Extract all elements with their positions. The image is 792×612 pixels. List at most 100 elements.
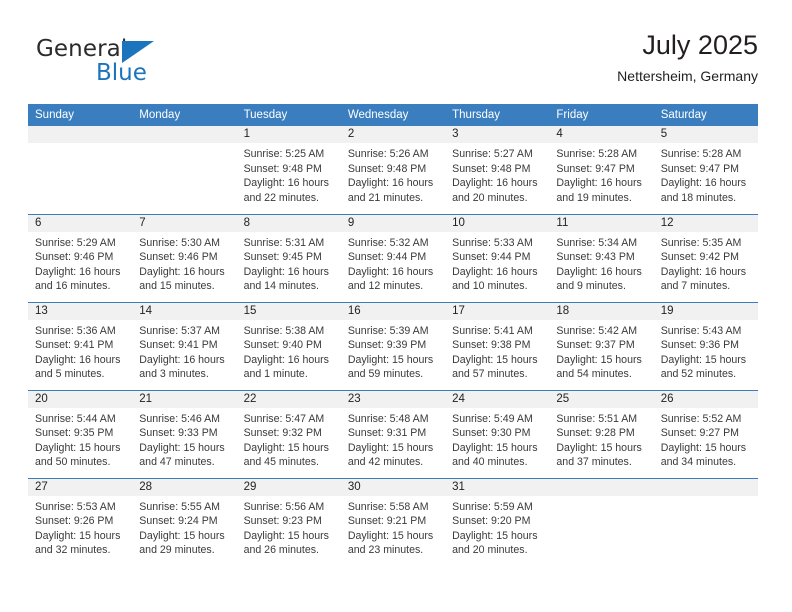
sunset-text: Sunset: 9:32 PM <box>243 427 322 440</box>
sunrise-text: Sunrise: 5:37 AM <box>139 324 220 337</box>
day-cell[interactable]: 21 Sunrise: 5:46 AM Sunset: 9:33 PM Dayl… <box>132 389 237 478</box>
day-cell[interactable] <box>549 477 654 566</box>
daylight-line-1: Daylight: 15 hours <box>556 353 642 366</box>
day-cell[interactable]: 28 Sunrise: 5:55 AM Sunset: 9:24 PM Dayl… <box>132 477 237 566</box>
day-number: 23 <box>340 390 446 408</box>
daylight-line-1: Daylight: 15 hours <box>347 353 434 366</box>
day-details <box>549 496 653 500</box>
day-cell[interactable] <box>28 126 133 214</box>
daylight-line-1: Daylight: 15 hours <box>660 441 747 454</box>
calendar-week-row: 20 Sunrise: 5:44 AM Sunset: 9:35 PM Dayl… <box>28 389 758 478</box>
sunset-text: Sunset: 9:28 PM <box>556 427 635 440</box>
page-subtitle: Nettersheim, Germany <box>617 68 758 84</box>
sunset-text: Sunset: 9:26 PM <box>35 515 114 528</box>
daylight-line-2: and 5 minutes. <box>35 368 105 381</box>
day-number: 9 <box>340 214 446 232</box>
sunset-text: Sunset: 9:45 PM <box>243 251 322 264</box>
day-cell[interactable]: 11 Sunrise: 5:34 AM Sunset: 9:43 PM Dayl… <box>549 213 654 302</box>
sunset-text: Sunset: 9:21 PM <box>347 515 427 528</box>
sunrise-text: Sunrise: 5:48 AM <box>347 412 429 425</box>
day-cell[interactable]: 22 Sunrise: 5:47 AM Sunset: 9:32 PM Dayl… <box>236 389 341 478</box>
daylight-line-1: Daylight: 15 hours <box>347 529 434 542</box>
day-cell[interactable]: 19 Sunrise: 5:43 AM Sunset: 9:36 PM Dayl… <box>653 301 758 390</box>
daylight-line-2: and 20 minutes. <box>452 191 528 204</box>
sunset-text: Sunset: 9:31 PM <box>347 427 427 440</box>
day-cell[interactable]: 9 Sunrise: 5:32 AM Sunset: 9:44 PM Dayli… <box>340 213 446 302</box>
daylight-line-1: Daylight: 15 hours <box>347 441 434 454</box>
day-details <box>132 143 236 147</box>
day-number: 13 <box>28 302 133 320</box>
calendar-header-row: Sunday Monday Tuesday Wednesday Thursday… <box>28 104 758 126</box>
daylight-line-2: and 29 minutes. <box>139 544 215 557</box>
daylight-line-1: Daylight: 16 hours <box>452 177 538 190</box>
sunrise-text: Sunrise: 5:33 AM <box>452 236 533 249</box>
daylight-line-1: Daylight: 16 hours <box>35 265 121 278</box>
sunset-text: Sunset: 9:35 PM <box>35 427 114 440</box>
day-details: Sunrise: 5:42 AM Sunset: 9:37 PM Dayligh… <box>549 320 653 382</box>
day-number: 28 <box>132 478 237 496</box>
day-details: Sunrise: 5:53 AM Sunset: 9:26 PM Dayligh… <box>28 496 132 558</box>
day-cell[interactable]: 2 Sunrise: 5:26 AM Sunset: 9:48 PM Dayli… <box>340 126 446 214</box>
day-cell[interactable]: 20 Sunrise: 5:44 AM Sunset: 9:35 PM Dayl… <box>28 389 133 478</box>
daylight-line-1: Daylight: 16 hours <box>452 265 538 278</box>
calendar-week-row: 6 Sunrise: 5:29 AM Sunset: 9:46 PM Dayli… <box>28 213 758 302</box>
day-cell[interactable]: 13 Sunrise: 5:36 AM Sunset: 9:41 PM Dayl… <box>28 301 133 390</box>
sunset-text: Sunset: 9:30 PM <box>452 427 531 440</box>
day-cell[interactable]: 12 Sunrise: 5:35 AM Sunset: 9:42 PM Dayl… <box>653 213 758 302</box>
day-details: Sunrise: 5:38 AM Sunset: 9:40 PM Dayligh… <box>237 320 341 382</box>
day-cell[interactable]: 4 Sunrise: 5:28 AM Sunset: 9:47 PM Dayli… <box>549 126 654 214</box>
day-cell[interactable]: 8 Sunrise: 5:31 AM Sunset: 9:45 PM Dayli… <box>236 213 341 302</box>
daylight-line-1: Daylight: 16 hours <box>556 177 642 190</box>
daylight-line-2: and 19 minutes. <box>556 191 632 204</box>
sunset-text: Sunset: 9:39 PM <box>347 339 427 352</box>
daylight-line-1: Daylight: 16 hours <box>243 177 329 190</box>
daylight-line-1: Daylight: 15 hours <box>139 441 225 454</box>
day-cell[interactable]: 26 Sunrise: 5:52 AM Sunset: 9:27 PM Dayl… <box>653 389 758 478</box>
daylight-line-1: Daylight: 15 hours <box>139 529 225 542</box>
day-cell[interactable]: 24 Sunrise: 5:49 AM Sunset: 9:30 PM Dayl… <box>445 389 550 478</box>
day-details: Sunrise: 5:47 AM Sunset: 9:32 PM Dayligh… <box>237 408 341 470</box>
day-cell[interactable]: 5 Sunrise: 5:28 AM Sunset: 9:47 PM Dayli… <box>653 126 758 214</box>
day-cell[interactable] <box>132 126 237 214</box>
daylight-line-2: and 54 minutes. <box>556 368 632 381</box>
calendar-week-row: 27 Sunrise: 5:53 AM Sunset: 9:26 PM Dayl… <box>28 477 758 566</box>
day-cell[interactable]: 10 Sunrise: 5:33 AM Sunset: 9:44 PM Dayl… <box>445 213 550 302</box>
day-cell[interactable]: 3 Sunrise: 5:27 AM Sunset: 9:48 PM Dayli… <box>445 126 550 214</box>
day-cell[interactable]: 6 Sunrise: 5:29 AM Sunset: 9:46 PM Dayli… <box>28 213 133 302</box>
day-details: Sunrise: 5:58 AM Sunset: 9:21 PM Dayligh… <box>341 496 445 558</box>
day-cell[interactable]: 18 Sunrise: 5:42 AM Sunset: 9:37 PM Dayl… <box>549 301 654 390</box>
day-cell[interactable]: 27 Sunrise: 5:53 AM Sunset: 9:26 PM Dayl… <box>28 477 133 566</box>
day-cell[interactable]: 31 Sunrise: 5:59 AM Sunset: 9:20 PM Dayl… <box>445 477 550 566</box>
sunrise-text: Sunrise: 5:49 AM <box>452 412 533 425</box>
daylight-line-2: and 57 minutes. <box>452 368 528 381</box>
day-cell[interactable]: 1 Sunrise: 5:25 AM Sunset: 9:48 PM Dayli… <box>236 126 341 214</box>
daylight-line-2: and 1 minute. <box>243 368 308 381</box>
daylight-line-1: Daylight: 15 hours <box>243 529 329 542</box>
day-details: Sunrise: 5:32 AM Sunset: 9:44 PM Dayligh… <box>341 232 445 294</box>
day-number <box>653 478 758 496</box>
sunrise-text: Sunrise: 5:25 AM <box>243 148 325 160</box>
day-details: Sunrise: 5:43 AM Sunset: 9:36 PM Dayligh… <box>654 320 758 382</box>
calendar-week-row: 1 Sunrise: 5:25 AM Sunset: 9:48 PM Dayli… <box>28 126 758 214</box>
day-cell[interactable]: 23 Sunrise: 5:48 AM Sunset: 9:31 PM Dayl… <box>340 389 446 478</box>
day-number: 15 <box>236 302 341 320</box>
day-cell[interactable]: 29 Sunrise: 5:56 AM Sunset: 9:23 PM Dayl… <box>236 477 341 566</box>
day-cell[interactable]: 25 Sunrise: 5:51 AM Sunset: 9:28 PM Dayl… <box>549 389 654 478</box>
sunset-text: Sunset: 9:46 PM <box>35 251 114 264</box>
weekday-header-monday: Monday <box>132 104 237 126</box>
day-cell[interactable]: 30 Sunrise: 5:58 AM Sunset: 9:21 PM Dayl… <box>340 477 446 566</box>
day-number: 24 <box>445 390 550 408</box>
sunset-text: Sunset: 9:20 PM <box>452 515 531 528</box>
day-cell[interactable]: 16 Sunrise: 5:39 AM Sunset: 9:39 PM Dayl… <box>340 301 446 390</box>
day-details: Sunrise: 5:35 AM Sunset: 9:42 PM Dayligh… <box>654 232 758 294</box>
day-details: Sunrise: 5:25 AM Sunset: 9:48 PM Dayligh… <box>237 143 341 205</box>
day-cell[interactable]: 15 Sunrise: 5:38 AM Sunset: 9:40 PM Dayl… <box>236 301 341 390</box>
day-cell[interactable] <box>653 477 758 566</box>
sunrise-text: Sunrise: 5:30 AM <box>139 236 220 249</box>
daylight-line-2: and 9 minutes. <box>556 280 626 293</box>
day-cell[interactable]: 17 Sunrise: 5:41 AM Sunset: 9:38 PM Dayl… <box>445 301 550 390</box>
day-cell[interactable]: 14 Sunrise: 5:37 AM Sunset: 9:41 PM Dayl… <box>132 301 237 390</box>
day-cell[interactable]: 7 Sunrise: 5:30 AM Sunset: 9:46 PM Dayli… <box>132 213 237 302</box>
day-details: Sunrise: 5:41 AM Sunset: 9:38 PM Dayligh… <box>445 320 549 382</box>
daylight-line-2: and 22 minutes. <box>243 191 319 204</box>
